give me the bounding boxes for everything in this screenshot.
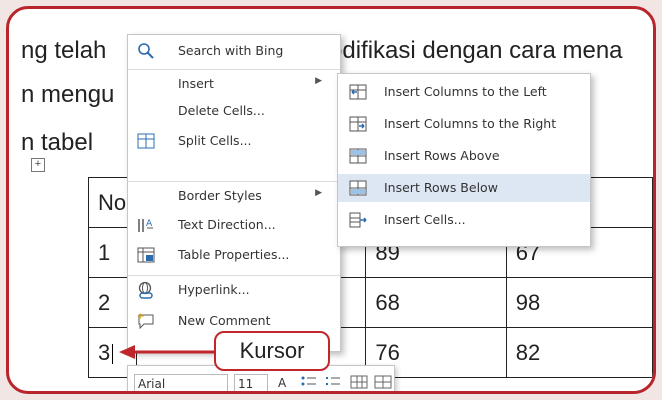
menu-item-insert-cells[interactable]: Insert Cells...: [338, 206, 590, 234]
table-cell[interactable]: 82: [505, 327, 653, 378]
submenu-arrow-icon: ▶: [315, 76, 322, 86]
menu-item-delete-cells[interactable]: Delete Cells...: [128, 97, 340, 125]
cursor-callout: Kursor: [214, 331, 330, 371]
menu-item-label: New Comment: [178, 313, 271, 328]
context-menu: Search with Bing Insert ▶ Delete Cells..…: [127, 34, 341, 352]
bullets-icon[interactable]: [300, 374, 318, 390]
menu-item-label: Insert Rows Below: [384, 180, 498, 195]
font-size-select[interactable]: 11: [234, 374, 268, 391]
text-caret: [112, 343, 114, 364]
menu-item-border-styles[interactable]: Border Styles ▶: [128, 181, 340, 209]
grow-font-icon[interactable]: A: [276, 374, 294, 390]
split-cells-icon: [137, 133, 155, 149]
menu-item-label: Hyperlink...: [178, 282, 250, 297]
table-properties-icon: [137, 247, 155, 263]
document-text-line-3: n tabel: [21, 129, 94, 156]
document-text-line-1-right: odifikasi dengan cara mena: [329, 37, 623, 64]
menu-item-label: Border Styles: [178, 188, 262, 203]
menu-item-label: Table Properties...: [178, 247, 290, 262]
menu-item-text-direction[interactable]: A Text Direction...: [128, 211, 340, 239]
menu-item-label: Insert Columns to the Left: [384, 84, 547, 99]
table-grid-icon[interactable]: [350, 374, 368, 390]
numbering-icon[interactable]: [324, 374, 342, 390]
menu-item-insert-rows-below[interactable]: Insert Rows Below: [338, 174, 590, 202]
table-move-handle-icon[interactable]: +: [31, 158, 45, 172]
menu-item-label: Insert: [178, 76, 214, 91]
menu-item-label: Insert Rows Above: [384, 148, 500, 163]
menu-item-label: Insert Cells...: [384, 212, 466, 227]
insert-columns-right-icon: [349, 116, 367, 132]
document-text-line-1: ng telah: [21, 37, 107, 64]
menu-item-label: Insert Columns to the Right: [384, 116, 557, 131]
menu-item-label: Split Cells...: [178, 133, 252, 148]
menu-item-label: Search with Bing: [178, 43, 284, 58]
menu-item-search-with-bing[interactable]: Search with Bing: [128, 37, 340, 65]
menu-item-insert-rows-above[interactable]: Insert Rows Above: [338, 142, 590, 170]
insert-submenu: Insert Columns to the Left Insert Column…: [337, 73, 591, 247]
insert-rows-below-icon: [349, 180, 367, 196]
cursor-arrow-icon: [119, 345, 215, 359]
search-icon: [138, 43, 154, 59]
menu-item-split-cells[interactable]: Split Cells...: [128, 127, 340, 155]
font-name-select[interactable]: Arial: [134, 374, 228, 391]
document-text-line-2: n mengu: [21, 81, 115, 108]
menu-item-insert-columns-right[interactable]: Insert Columns to the Right: [338, 110, 590, 138]
insert-cells-icon: [349, 212, 367, 228]
menu-item-table-properties[interactable]: Table Properties...: [128, 241, 340, 269]
hyperlink-icon: [138, 281, 153, 299]
menu-item-insert[interactable]: Insert ▶: [128, 69, 340, 97]
menu-item-label: Delete Cells...: [178, 103, 265, 118]
menu-item-hyperlink[interactable]: Hyperlink...: [128, 275, 340, 303]
table-cell-text: 3: [98, 339, 111, 365]
menu-item-insert-columns-left[interactable]: Insert Columns to the Left: [338, 78, 590, 106]
svg-text:+: +: [137, 312, 145, 322]
text-direction-icon: A: [138, 219, 153, 232]
table-borders-icon[interactable]: [374, 374, 392, 390]
illustration-frame: ng telah odifikasi dengan cara mena n me…: [6, 6, 656, 394]
table-cell[interactable]: 98: [505, 277, 653, 328]
submenu-arrow-icon: ▶: [315, 188, 322, 198]
new-comment-icon: +: [137, 312, 154, 330]
insert-rows-above-icon: [349, 148, 367, 164]
insert-columns-left-icon: [349, 84, 367, 100]
table-cell[interactable]: 68: [365, 277, 507, 328]
menu-item-label: Text Direction...: [178, 217, 276, 232]
svg-text:A: A: [278, 376, 287, 390]
